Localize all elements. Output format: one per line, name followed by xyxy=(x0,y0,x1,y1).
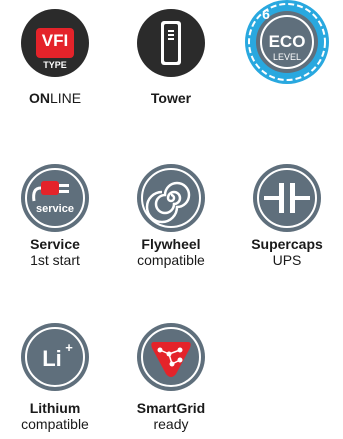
capacitor-icon xyxy=(253,164,321,232)
smartgrid-network-icon xyxy=(137,323,205,391)
svg-text:TYPE: TYPE xyxy=(43,60,67,70)
svg-text:+: + xyxy=(65,340,73,355)
eco-level-icon: ECO LEVEL 6 xyxy=(245,0,329,84)
vfi-online-label: ONLINE xyxy=(28,90,82,106)
vfi-type-badge-icon: VFI TYPE xyxy=(21,9,89,77)
service-label: Service 1st start xyxy=(30,236,80,268)
feature-flywheel: Flywheel compatible xyxy=(116,150,226,280)
feature-service: service Service 1st start xyxy=(0,150,110,280)
supercaps-label: Supercaps UPS xyxy=(251,236,323,268)
svg-text:Li: Li xyxy=(42,346,62,371)
svg-text:6: 6 xyxy=(262,6,270,22)
tower-ups-icon xyxy=(137,9,205,77)
feature-vfi-online: VFI TYPE ONLINE xyxy=(0,0,110,110)
svg-text:LEVEL: LEVEL xyxy=(273,52,301,62)
feature-supercaps: Supercaps UPS xyxy=(232,150,342,280)
svg-text:ECO: ECO xyxy=(269,32,306,51)
feature-eco-level: ECO LEVEL 6 xyxy=(232,0,342,110)
feature-smartgrid: SmartGrid ready xyxy=(116,310,226,439)
smartgrid-label: SmartGrid ready xyxy=(136,400,206,432)
feature-tower: Tower xyxy=(116,0,226,110)
service-plug-icon: service xyxy=(21,164,89,232)
tower-label: Tower xyxy=(150,90,192,106)
lithium-ion-icon: Li + xyxy=(21,323,89,391)
svg-text:VFI: VFI xyxy=(42,31,68,50)
flywheel-spiral-icon xyxy=(137,164,205,232)
feature-lithium: Li + Lithium compatible xyxy=(0,310,110,439)
flywheel-label: Flywheel compatible xyxy=(137,236,205,268)
svg-text:service: service xyxy=(36,203,74,215)
lithium-label: Lithium compatible xyxy=(21,400,89,432)
